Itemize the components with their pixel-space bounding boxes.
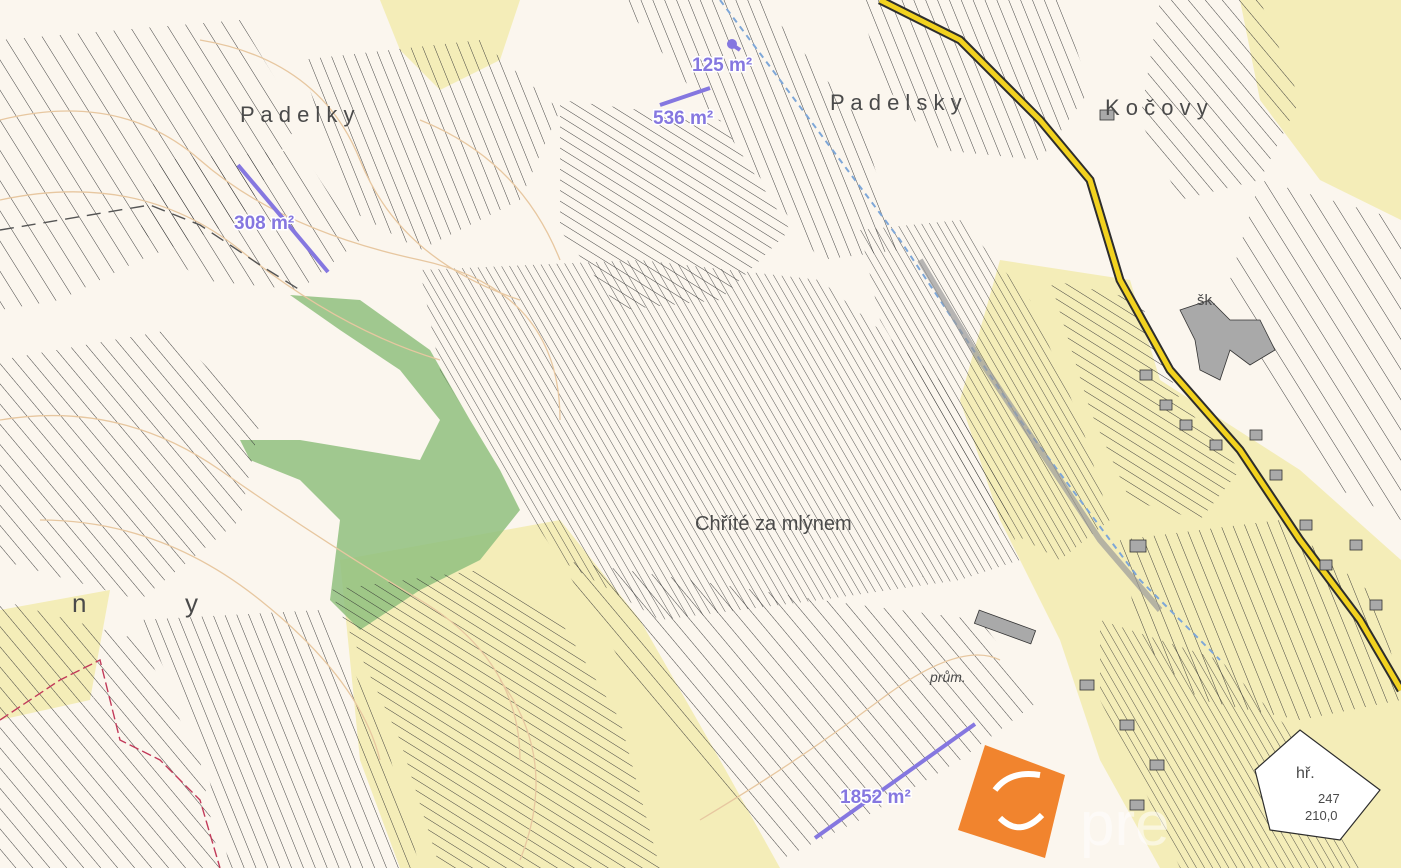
label-industry: prům. [929, 669, 966, 685]
cadastral-map[interactable]: P a d e l k y P a d e l s k y K o č o v … [0, 0, 1401, 868]
label-playground: hř. [1296, 765, 1315, 782]
logo-text: pre [1080, 790, 1170, 859]
area-label-308: 308 m² [234, 213, 294, 234]
label-school: šk. [1197, 292, 1216, 309]
label-playground-number: 247 [1318, 791, 1340, 806]
place-name-padelsky: P a d e l s k y [830, 90, 962, 115]
area-label-125: 125 m² [692, 55, 752, 76]
place-name-fragment-y: y [185, 588, 198, 618]
place-name-chrite-za-mlynem: Chříté za mlýnem [695, 513, 852, 535]
area-label-536: 536 m² [653, 108, 713, 129]
place-name-fragment-n: n [72, 588, 86, 618]
place-name-kocovy: K o č o v y [1105, 95, 1208, 120]
place-name-padelky: P a d e l k y [240, 102, 355, 127]
measure-point-125 [727, 39, 737, 49]
area-label-1852: 1852 m² [840, 787, 911, 808]
parcel-strips [0, 0, 1401, 868]
label-elevation: 210,0 [1305, 808, 1338, 823]
